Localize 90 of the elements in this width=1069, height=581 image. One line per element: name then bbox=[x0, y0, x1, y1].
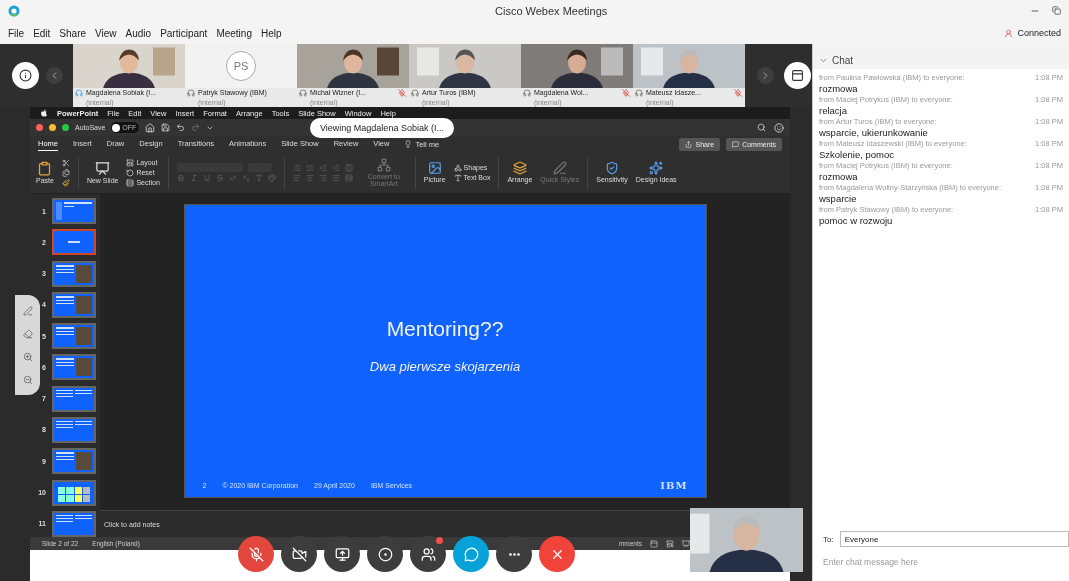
menu-item[interactable]: Share bbox=[59, 27, 87, 39]
arrange-icon bbox=[512, 161, 527, 176]
speech-bubble-icon bbox=[463, 546, 479, 562]
window-title: Cisco Webex Meetings bbox=[495, 5, 608, 17]
eraser-icon[interactable] bbox=[22, 328, 33, 339]
zoom-in-icon[interactable] bbox=[22, 351, 33, 362]
menu-item[interactable]: Edit bbox=[33, 27, 51, 39]
restore-icon[interactable] bbox=[1052, 6, 1061, 16]
slide-thumbnail[interactable] bbox=[52, 260, 96, 287]
layout-button[interactable] bbox=[784, 62, 811, 89]
previous-button[interactable] bbox=[46, 67, 63, 84]
info-icon bbox=[19, 69, 32, 82]
picture-icon bbox=[427, 161, 442, 176]
normal-view-icon[interactable] bbox=[650, 539, 658, 548]
slide-thumbnail[interactable] bbox=[52, 448, 96, 475]
message-text: wsparcie, ukierunkowanie bbox=[819, 126, 929, 139]
message-text: relacja bbox=[819, 104, 848, 117]
info-button[interactable] bbox=[12, 62, 39, 89]
slide-thumbnail[interactable] bbox=[52, 291, 96, 318]
app-logo-icon bbox=[8, 5, 20, 17]
menu-item[interactable]: Participant bbox=[160, 27, 208, 39]
record-icon bbox=[377, 546, 393, 562]
next-button[interactable] bbox=[757, 67, 774, 84]
zoom-out-icon[interactable] bbox=[22, 374, 33, 385]
section-icon bbox=[126, 178, 135, 187]
new-slide-icon bbox=[95, 160, 111, 176]
sensitivity-icon bbox=[605, 161, 619, 176]
people-icon bbox=[420, 546, 436, 562]
menu-item[interactable]: Audio bbox=[125, 27, 152, 39]
comment-icon bbox=[732, 140, 740, 148]
slide-logo: IBM bbox=[660, 480, 688, 491]
minimize-button[interactable] bbox=[49, 124, 56, 131]
camera-off-icon bbox=[291, 546, 307, 562]
smartart-icon bbox=[376, 157, 391, 172]
share-screen-icon bbox=[334, 546, 350, 562]
slide-thumbnail[interactable] bbox=[52, 229, 96, 256]
smiley-icon[interactable] bbox=[774, 122, 784, 133]
slide-thumbnail[interactable] bbox=[52, 323, 96, 350]
slide-thumbnail[interactable] bbox=[52, 385, 96, 412]
mic-off-icon bbox=[248, 546, 264, 562]
message-text: rozmowa bbox=[819, 82, 859, 95]
reset-icon bbox=[126, 168, 135, 177]
pen-icon[interactable] bbox=[22, 305, 33, 316]
copy-icon[interactable] bbox=[61, 168, 70, 177]
slide-title: Mentoring?? bbox=[386, 317, 504, 341]
lightbulb-icon bbox=[404, 140, 413, 148]
slide-thumbnail[interactable] bbox=[52, 354, 96, 381]
home-icon[interactable] bbox=[145, 122, 156, 133]
more-icon bbox=[508, 552, 520, 556]
paste-icon bbox=[37, 160, 53, 176]
slide-thumbnail[interactable] bbox=[52, 510, 96, 537]
menu-item[interactable]: View bbox=[95, 27, 117, 39]
message-text: rozmowa bbox=[819, 170, 859, 183]
chevron-icon[interactable] bbox=[819, 56, 828, 65]
reading-view-icon[interactable] bbox=[682, 539, 690, 548]
zoom-button[interactable] bbox=[62, 124, 69, 131]
slide-thumbnail[interactable] bbox=[52, 479, 96, 506]
cut-icon[interactable] bbox=[61, 158, 70, 167]
slide-thumbnail[interactable] bbox=[52, 198, 96, 225]
undo-icon[interactable] bbox=[176, 123, 186, 132]
layout-icon bbox=[791, 69, 804, 82]
search-icon[interactable] bbox=[757, 122, 766, 133]
format-painter-icon[interactable] bbox=[61, 178, 70, 187]
menu-item[interactable]: Meeting bbox=[216, 27, 252, 39]
close-button[interactable] bbox=[36, 124, 43, 131]
apple-icon[interactable] bbox=[40, 109, 48, 117]
slide-thumbnail[interactable] bbox=[52, 417, 96, 443]
message-text: Szkolenie, pomoc bbox=[819, 148, 895, 161]
chat-input[interactable]: Enter chat message here bbox=[823, 557, 1069, 567]
avatar-initials: PS bbox=[226, 51, 256, 81]
menu-item[interactable]: File bbox=[8, 27, 25, 39]
person-icon bbox=[1004, 28, 1014, 38]
sorter-view-icon[interactable] bbox=[666, 539, 674, 548]
shapes-icon bbox=[453, 163, 462, 172]
layout-icon bbox=[126, 158, 135, 167]
share-icon bbox=[685, 140, 693, 148]
chat-title: Chat bbox=[832, 55, 854, 66]
menu-item[interactable]: Help bbox=[260, 27, 282, 39]
quick-styles-icon bbox=[552, 161, 567, 176]
to-label: To: bbox=[823, 534, 834, 544]
slide-subtitle: Dwa pierwsze skojarzenia bbox=[369, 359, 521, 374]
viewing-label: Viewing Magdalena Sobiak (I... bbox=[310, 118, 454, 138]
message-text: wsparcie bbox=[819, 192, 858, 205]
connection-status: Connected bbox=[1017, 28, 1061, 38]
design-ideas-icon bbox=[649, 161, 664, 176]
text-box-icon bbox=[453, 173, 462, 182]
message-text: pomoc w rozwoju bbox=[819, 214, 894, 227]
save-icon[interactable] bbox=[161, 123, 171, 132]
recipient-select[interactable]: Everyone bbox=[839, 531, 1069, 547]
redo-icon[interactable] bbox=[191, 123, 201, 132]
